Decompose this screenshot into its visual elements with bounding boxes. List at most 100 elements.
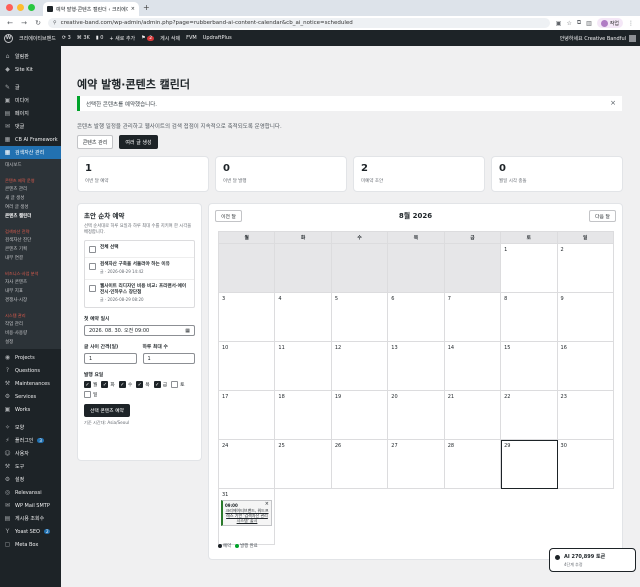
interval-input[interactable]: 1 bbox=[84, 353, 137, 364]
calendar-day-cell[interactable]: 30 bbox=[557, 440, 614, 489]
weekday-checkbox[interactable]: ✓ bbox=[118, 381, 126, 388]
calendar-day-cell[interactable]: 16 bbox=[557, 342, 614, 391]
weekday-checkbox[interactable] bbox=[84, 391, 91, 398]
forward-icon[interactable]: → bbox=[20, 19, 28, 27]
calendar-day-cell[interactable]: 24 bbox=[219, 440, 276, 489]
calendar-day-cell[interactable]: 13 bbox=[388, 342, 445, 391]
menu-dots-icon[interactable]: ⋮ bbox=[628, 20, 634, 27]
sidebar-bottom-item-4[interactable]: ⚙ 설정 bbox=[0, 473, 61, 486]
comments-link[interactable]: ▮ 0 bbox=[96, 35, 104, 41]
wordpress-logo-icon[interactable]: W bbox=[4, 33, 13, 43]
calendar-day-cell[interactable]: 19 bbox=[331, 391, 389, 440]
maximize-window-button[interactable] bbox=[28, 4, 35, 11]
sidebar-bottom-item-2[interactable]: ☺ 사용자 bbox=[0, 447, 61, 460]
calendar-day-cell[interactable]: 18 bbox=[275, 391, 332, 440]
minimize-window-button[interactable] bbox=[17, 4, 24, 11]
sidebar-cpt-item-0[interactable]: ◉ Projects bbox=[0, 351, 61, 364]
submenu-item[interactable]: 자사 콘텐츠 bbox=[0, 278, 61, 287]
calendar-day-cell[interactable]: 9 bbox=[557, 293, 614, 342]
calendar-day-cell[interactable]: 29 bbox=[501, 440, 558, 489]
weekday-option[interactable]: 토 bbox=[171, 381, 185, 388]
cast-icon[interactable]: ▣ bbox=[556, 20, 562, 27]
calendar-day-cell[interactable]: 4 bbox=[275, 293, 332, 342]
sidebar-main-item-4[interactable]: ▦ CB AI Framework bbox=[0, 133, 61, 146]
submenu-item[interactable]: 내부 연결 bbox=[0, 254, 61, 263]
draft-checkbox[interactable] bbox=[89, 285, 96, 292]
sidebar-cpt-item-3[interactable]: ⚙ Services bbox=[0, 390, 61, 403]
site-name-link[interactable]: 크리에이티브밴드 bbox=[19, 35, 56, 42]
submenu-item[interactable]: 검색자산 진단 bbox=[0, 236, 61, 245]
calendar-day-cell[interactable]: 10 bbox=[219, 342, 276, 391]
ai-token-toast[interactable]: AI 270,899 토큰 4단계 추정 bbox=[549, 548, 636, 572]
weekday-checkbox[interactable]: ✓ bbox=[101, 381, 109, 388]
tab-close-icon[interactable]: × bbox=[131, 6, 135, 12]
sidebar-bottom-item-6[interactable]: ✉ WP Mail SMTP bbox=[0, 499, 61, 512]
calendar-day-cell[interactable]: 25 bbox=[275, 440, 332, 489]
bookmark-star-icon[interactable]: ☆ bbox=[566, 20, 571, 27]
sidebar-main-item-0[interactable]: ✎ 글 bbox=[0, 81, 61, 94]
sidepanel-icon[interactable]: ▥ bbox=[586, 20, 592, 27]
submenu-item[interactable]: 경쟁사·시장 bbox=[0, 296, 61, 305]
sidebar-cpt-item-4[interactable]: ▣ Works bbox=[0, 403, 61, 416]
calendar-day-cell[interactable]: 26 bbox=[331, 440, 389, 489]
content-manage-button[interactable]: 콘텐츠 관리 bbox=[77, 135, 113, 149]
browser-tab[interactable]: 예약 발행·콘텐츠 캘린더 ‹ 크리에이... × bbox=[43, 2, 139, 16]
updates-link[interactable]: ⟳ 3 bbox=[62, 35, 71, 41]
sidebar-bottom-item-0[interactable]: ✧ 모양 bbox=[0, 421, 61, 434]
submenu-item[interactable]: 내부 지표 bbox=[0, 287, 61, 296]
weekday-checkbox[interactable]: ✓ bbox=[136, 381, 144, 388]
extensions-icon[interactable]: ⧉ bbox=[577, 19, 581, 27]
calendar-day-cell[interactable]: 8 bbox=[501, 293, 558, 342]
weekday-option[interactable]: ✓ 금 bbox=[153, 381, 167, 388]
weekday-option[interactable]: ✓ 목 bbox=[136, 381, 150, 388]
weekday-option[interactable]: ✓ 월 bbox=[84, 381, 97, 388]
sidebar-bottom-item-1[interactable]: ⚡ 플러그인 3 bbox=[0, 434, 61, 447]
calendar-day-cell[interactable]: 2 bbox=[557, 244, 614, 293]
generate-multiple-button[interactable]: 여러 글 생성 bbox=[119, 135, 158, 149]
sidebar-bottom-item-7[interactable]: ▤ 게시용 조회수 bbox=[0, 512, 61, 525]
weekday-option[interactable]: 일 bbox=[84, 391, 97, 398]
weekday-checkbox[interactable]: ✓ bbox=[153, 381, 161, 388]
event-remove-icon[interactable]: × bbox=[265, 502, 269, 507]
calendar-icon[interactable]: ▦ bbox=[185, 328, 190, 334]
calendar-day-cell[interactable]: 1 bbox=[501, 244, 558, 293]
address-bar[interactable]: ⚲ creative-band.com/wp-admin/admin.php?p… bbox=[48, 18, 550, 28]
calendar-day-cell[interactable]: 27 bbox=[388, 440, 445, 489]
submenu-item[interactable]: 콘텐츠 관리 bbox=[0, 185, 61, 194]
calendar-day-cell[interactable]: 15 bbox=[501, 342, 558, 391]
new-tab-button[interactable]: + bbox=[143, 3, 150, 12]
next-month-button[interactable]: 다음 달 bbox=[589, 210, 616, 222]
submenu-item[interactable]: 설정 bbox=[0, 338, 61, 347]
schedule-selected-button[interactable]: 선택 콘텐츠 예약 bbox=[84, 404, 130, 417]
profile-button[interactable]: 작업 bbox=[596, 18, 623, 28]
draft-row[interactable]: 웹사이트 리디자인 비용 비교: 프리랜서·에이전시·인하우스 장단점 글 · 2… bbox=[85, 280, 194, 307]
sidebar-item-search-assets[interactable]: ▦ 검색자산 관리 bbox=[0, 146, 61, 159]
plugin-stat-link[interactable]: ⌘ 3K bbox=[77, 35, 90, 41]
submenu-item[interactable]: 콘텐츠 기획 bbox=[0, 245, 61, 254]
sidebar-main-item-1[interactable]: ▣ 미디어 bbox=[0, 94, 61, 107]
site-info-icon[interactable]: ⚲ bbox=[53, 20, 57, 26]
window-controls[interactable] bbox=[6, 4, 35, 11]
calendar-day-cell[interactable]: 3 bbox=[219, 293, 276, 342]
per-day-input[interactable]: 1 bbox=[142, 353, 195, 364]
dismiss-icon[interactable]: × bbox=[610, 99, 616, 107]
sidebar-bottom-item-5[interactable]: ◎ Relevanssi bbox=[0, 486, 61, 499]
submenu-item[interactable]: 여러 글 생성 bbox=[0, 203, 61, 212]
reload-icon[interactable]: ↻ bbox=[34, 19, 42, 27]
weekday-option[interactable]: ✓ 수 bbox=[118, 381, 132, 388]
sidebar-top-item-1[interactable]: ◆ Site Kit bbox=[0, 63, 61, 76]
sidebar-main-item-3[interactable]: ✉ 댓글 bbox=[0, 120, 61, 133]
account-menu[interactable]: 안녕하세요 Creative Bandful bbox=[560, 34, 636, 42]
calendar-day-cell[interactable]: 31 09:00 × 크리에이티브밴드, 워드프레스 기반 '검색자산 관리 시스템'… bbox=[219, 489, 276, 545]
calendar-day-cell[interactable]: 14 bbox=[444, 342, 502, 391]
updraftplus-link[interactable]: UpdraftPlus bbox=[203, 35, 232, 41]
calendar-day-cell[interactable]: 22 bbox=[501, 391, 558, 440]
calendar-day-cell[interactable]: 17 bbox=[219, 391, 276, 440]
calendar-day-cell[interactable]: 21 bbox=[444, 391, 502, 440]
weekday-option[interactable]: ✓ 화 bbox=[101, 381, 115, 388]
draft-checkbox[interactable] bbox=[89, 263, 96, 270]
select-all-row[interactable]: 전체 선택 bbox=[85, 241, 194, 258]
submenu-item[interactable]: 대시보드 bbox=[0, 161, 61, 170]
draft-row[interactable]: 검색자산 구축을 서둘러야 하는 이유 글 · 2026-08-29 14:42 bbox=[85, 258, 194, 280]
first-datetime-input[interactable]: 2026. 08. 30. 오전 09:00 ▦ bbox=[84, 325, 195, 336]
